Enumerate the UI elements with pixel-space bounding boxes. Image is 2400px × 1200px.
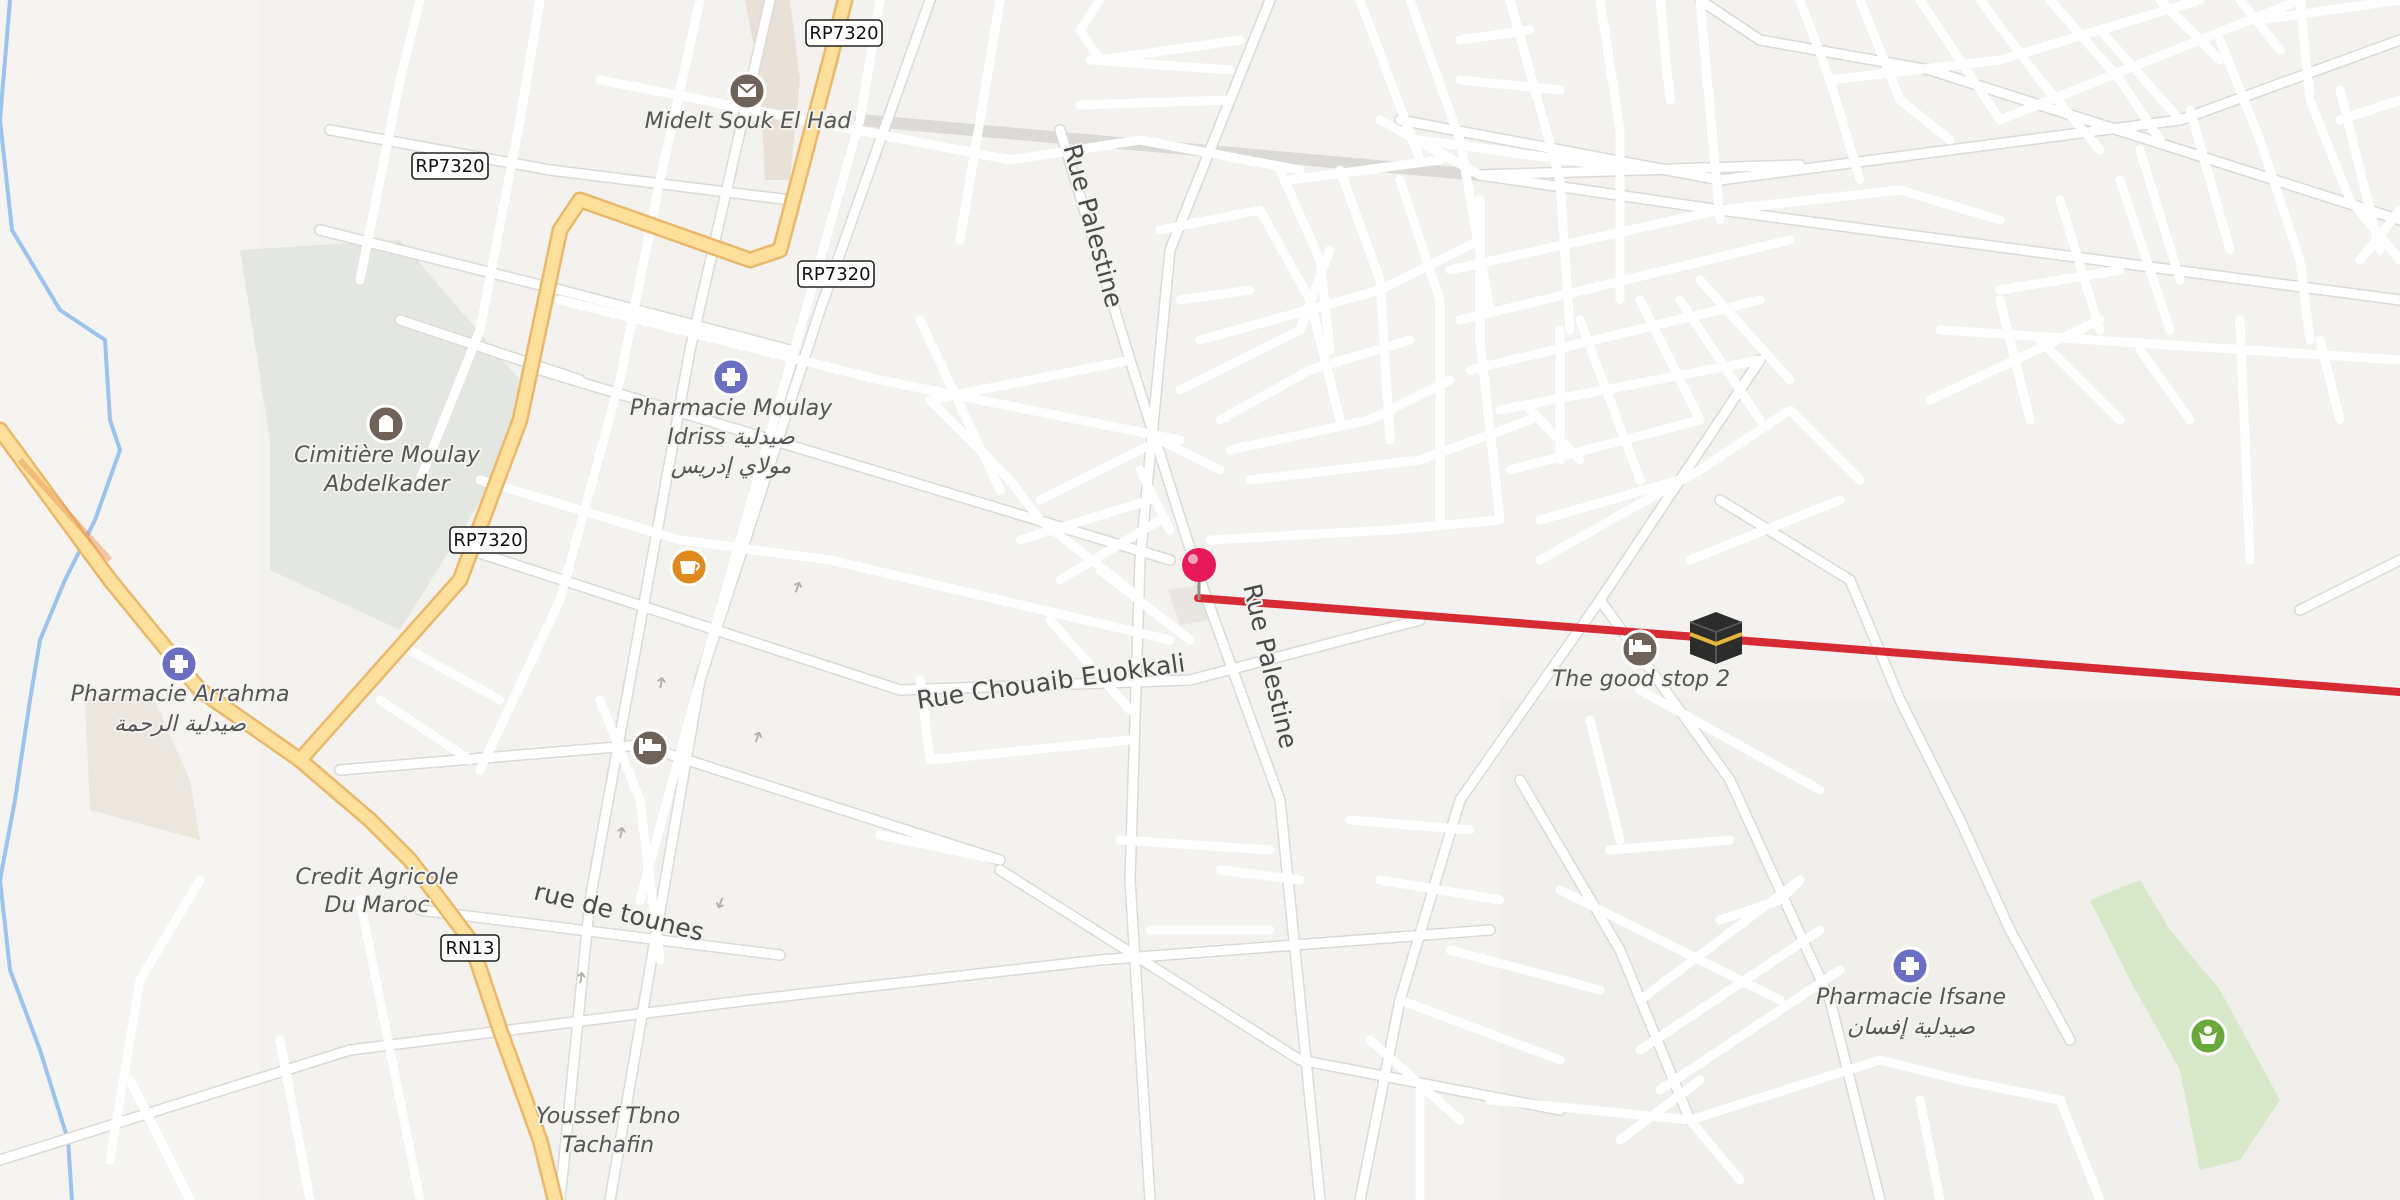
- envelope-icon[interactable]: [727, 71, 767, 111]
- poi-label-cemetery-1: Cimitière Moulay: [294, 443, 481, 468]
- poi-label-credit-agricole-1: Credit Agricole: [295, 865, 458, 890]
- poi-label-pharmacie-arrahma-2: صيدلية الرحمة: [114, 712, 246, 737]
- pharmacy-icon[interactable]: [711, 357, 751, 397]
- svg-text:RP7320: RP7320: [801, 264, 870, 285]
- svg-text:RP7320: RP7320: [415, 156, 484, 177]
- poi-label-pharmacie-moulay-3: مولاي إدريس: [671, 454, 792, 479]
- poi-label-midelt-souk: Midelt Souk El Had: [645, 109, 852, 134]
- pharmacy-icon[interactable]: [159, 644, 199, 684]
- map-canvas[interactable]: ➜ ➜ ➜ ➜ ➜ ➜ RP7320 RP7320 RP7320 RP7320 …: [0, 0, 2400, 1200]
- cafe-icon[interactable]: [669, 547, 709, 587]
- poi-label-pharmacie-moulay-2: Idriss صيدلية: [667, 425, 795, 450]
- kaaba-icon[interactable]: [1689, 612, 1743, 664]
- bed-icon[interactable]: [1620, 629, 1660, 669]
- shield-rp7320-low: RP7320: [449, 526, 527, 554]
- poi-label-pharmacie-moulay-1: Pharmacie Moulay: [630, 396, 833, 421]
- shield-rn13: RN13: [440, 934, 500, 962]
- park-icon[interactable]: [2188, 1016, 2228, 1056]
- pharmacy-icon[interactable]: [1890, 946, 1930, 986]
- poi-label-youssef-2: Tachafin: [562, 1133, 654, 1158]
- shield-rp7320-left: RP7320: [411, 152, 489, 180]
- poi-label-pharmacie-ifsane-2: صيدلية إفسان: [1847, 1015, 1975, 1040]
- poi-label-credit-agricole-2: Du Maroc: [325, 893, 430, 918]
- poi-label-pharmacie-ifsane-1: Pharmacie Ifsane: [1816, 985, 2006, 1010]
- svg-text:RP7320: RP7320: [809, 23, 878, 44]
- bed-icon[interactable]: [630, 728, 670, 768]
- shield-rp7320-top: RP7320: [805, 19, 883, 47]
- shield-rp7320-mid: RP7320: [797, 260, 875, 288]
- svg-text:RP7320: RP7320: [453, 530, 522, 551]
- cemetery-icon[interactable]: [366, 404, 406, 444]
- svg-text:RN13: RN13: [446, 938, 495, 959]
- poi-label-good-stop: The good stop 2: [1552, 667, 1730, 692]
- poi-label-cemetery-2: Abdelkader: [322, 472, 451, 497]
- poi-label-youssef-1: Youssef Tbno: [536, 1104, 680, 1129]
- poi-label-pharmacie-arrahma-1: Pharmacie Arrahma: [71, 682, 290, 707]
